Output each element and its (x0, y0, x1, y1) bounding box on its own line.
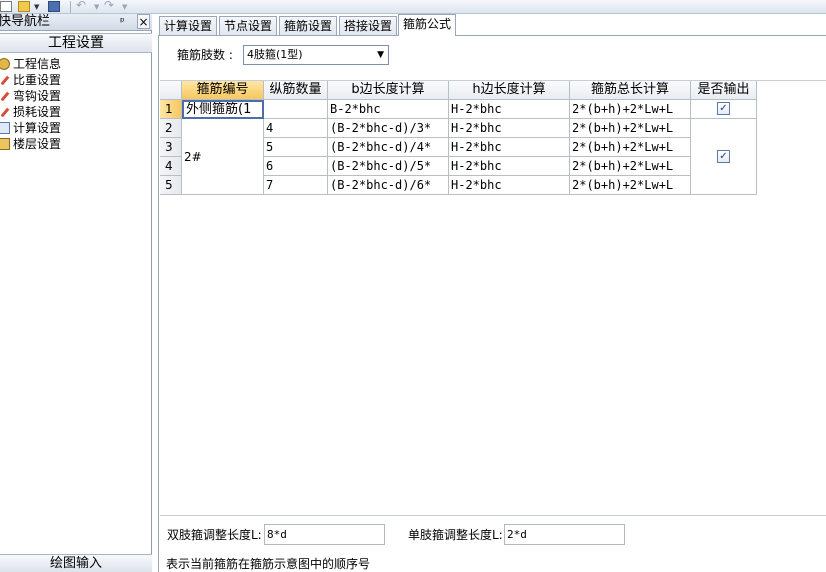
count-cell[interactable]: 5 (264, 138, 328, 157)
column-header-b-length[interactable]: b边长度计算 (328, 81, 449, 100)
pin-icon[interactable]: ᵖ (120, 15, 125, 29)
nav-item-floor-settings[interactable]: 楼层设置 (0, 136, 152, 152)
nav-section-project-settings[interactable]: 工程设置 (0, 33, 152, 53)
close-icon[interactable]: × (137, 14, 150, 29)
tab-calc-settings[interactable]: 计算设置 (159, 16, 217, 35)
total-length-cell[interactable]: 2*(b+h)+2*Lw+L (570, 100, 691, 119)
h-length-cell[interactable]: H-2*bhc (449, 119, 570, 138)
output-cell-merged: ✓ (691, 119, 757, 195)
redo-icon[interactable]: ↷ (104, 0, 114, 12)
total-length-cell[interactable]: 2*(b+h)+2*Lw+L (570, 138, 691, 157)
row-number[interactable]: 2 (160, 119, 182, 138)
pencil-icon (0, 106, 10, 118)
double-leg-adjust-input[interactable]: 8*d (264, 524, 385, 545)
b-length-cell[interactable]: (B-2*bhc-d)/6* (328, 176, 449, 195)
nav-item-label: 弯钩设置 (13, 89, 62, 103)
nav-section-drawing-input[interactable]: 绘图输入 (0, 554, 152, 572)
nav-item-label: 楼层设置 (13, 137, 62, 151)
single-leg-adjust-input[interactable]: 2*d (504, 524, 625, 545)
navigation-panel: 快导航栏 ᵖ × 工程设置 工程信息 比重设置 弯钩设置 损耗设置 计算设置 楼… (0, 14, 152, 572)
undo-dropdown-icon[interactable]: ▼ (94, 3, 99, 11)
b-length-cell[interactable]: (B-2*bhc-d)/5* (328, 157, 449, 176)
leg-count-select[interactable]: 4肢箍(1型) ▼ (243, 45, 389, 65)
total-length-cell[interactable]: 2*(b+h)+2*Lw+L (570, 119, 691, 138)
nav-list: 工程信息 比重设置 弯钩设置 损耗设置 计算设置 楼层设置 (0, 56, 152, 152)
count-cell[interactable]: 7 (264, 176, 328, 195)
column-header-output[interactable]: 是否输出 (691, 81, 757, 100)
grid-corner (160, 81, 182, 100)
single-leg-adjust-label: 单肢箍调整长度L: (408, 528, 503, 542)
navigation-header: 快导航栏 ᵖ × (0, 14, 152, 31)
floor-icon (0, 138, 10, 150)
stirrup-id-cell-editing[interactable]: 外侧箍筋(1 (182, 100, 264, 119)
total-length-cell[interactable]: 2*(b+h)+2*Lw+L (570, 157, 691, 176)
open-dropdown-icon[interactable]: ▼ (34, 3, 39, 11)
calc-icon (0, 122, 10, 134)
pencil-icon (0, 74, 10, 86)
total-length-cell[interactable]: 2*(b+h)+2*Lw+L (570, 176, 691, 195)
tab-stirrup-settings[interactable]: 箍筋设置 (279, 16, 337, 35)
undo-icon[interactable]: ↶ (76, 0, 86, 12)
h-length-cell[interactable]: H-2*bhc (449, 157, 570, 176)
open-folder-icon[interactable] (18, 1, 30, 12)
nav-item-hook-settings[interactable]: 弯钩设置 (0, 88, 152, 104)
nav-item-label: 比重设置 (13, 73, 62, 87)
column-header-id[interactable]: 箍筋编号 (182, 81, 264, 100)
new-file-icon[interactable] (0, 1, 12, 12)
chevron-down-icon[interactable]: ▼ (377, 46, 384, 64)
double-leg-adjust-label: 双肢箍调整长度L: (167, 528, 262, 542)
h-length-cell[interactable]: H-2*bhc (449, 100, 570, 119)
column-header-h-length[interactable]: h边长度计算 (449, 81, 570, 100)
count-cell[interactable]: 6 (264, 157, 328, 176)
tab-node-settings[interactable]: 节点设置 (219, 16, 277, 35)
row-number[interactable]: 3 (160, 138, 182, 157)
row-number[interactable]: 5 (160, 176, 182, 195)
tab-stirrup-formula[interactable]: 箍筋公式 (398, 14, 456, 36)
count-cell[interactable] (264, 100, 328, 119)
navigation-title: 快导航栏 (0, 14, 51, 29)
stirrup-id-cell-merged[interactable]: 2# (182, 119, 264, 195)
leg-count-label: 箍筋肢数 : (177, 48, 233, 62)
nav-item-label: 工程信息 (13, 57, 62, 71)
output-checkbox[interactable]: ✓ (717, 150, 730, 163)
nav-item-label: 计算设置 (13, 121, 62, 135)
toolbar-separator (70, 1, 71, 13)
main-toolbar: ▼ ↶ ▼ ↷ ▼ (0, 0, 826, 14)
nav-item-loss-settings[interactable]: 损耗设置 (0, 104, 152, 120)
b-length-cell[interactable]: B-2*bhc (328, 100, 449, 119)
nav-item-calc-settings[interactable]: 计算设置 (0, 120, 152, 136)
nav-item-weight-settings[interactable]: 比重设置 (0, 72, 152, 88)
output-cell: ✓ (691, 100, 757, 119)
row-number[interactable]: 1 (160, 100, 182, 119)
nav-item-project-info[interactable]: 工程信息 (0, 56, 152, 72)
h-length-cell[interactable]: H-2*bhc (449, 138, 570, 157)
leg-count-value: 4肢箍(1型) (247, 48, 303, 61)
save-icon[interactable] (48, 1, 60, 12)
b-length-cell[interactable]: (B-2*bhc-d)/4* (328, 138, 449, 157)
redo-dropdown-icon[interactable]: ▼ (122, 3, 127, 11)
row-number[interactable]: 4 (160, 157, 182, 176)
nav-item-label: 损耗设置 (13, 105, 62, 119)
info-icon (0, 58, 10, 70)
column-header-total-length[interactable]: 箍筋总长计算 (570, 81, 691, 100)
count-cell[interactable]: 4 (264, 119, 328, 138)
pencil-icon (0, 90, 10, 102)
b-length-cell[interactable]: (B-2*bhc-d)/3* (328, 119, 449, 138)
output-checkbox[interactable]: ✓ (717, 102, 730, 115)
status-description: 表示当前箍筋在箍筋示意图中的顺序号 (166, 557, 371, 571)
h-length-cell[interactable]: H-2*bhc (449, 176, 570, 195)
tab-lap-settings[interactable]: 搭接设置 (339, 16, 397, 35)
column-header-count[interactable]: 纵筋数量 (264, 81, 328, 100)
stirrup-formula-grid: 箍筋编号 纵筋数量 b边长度计算 h边长度计算 箍筋总长计算 是否输出 1 2 … (160, 80, 826, 516)
